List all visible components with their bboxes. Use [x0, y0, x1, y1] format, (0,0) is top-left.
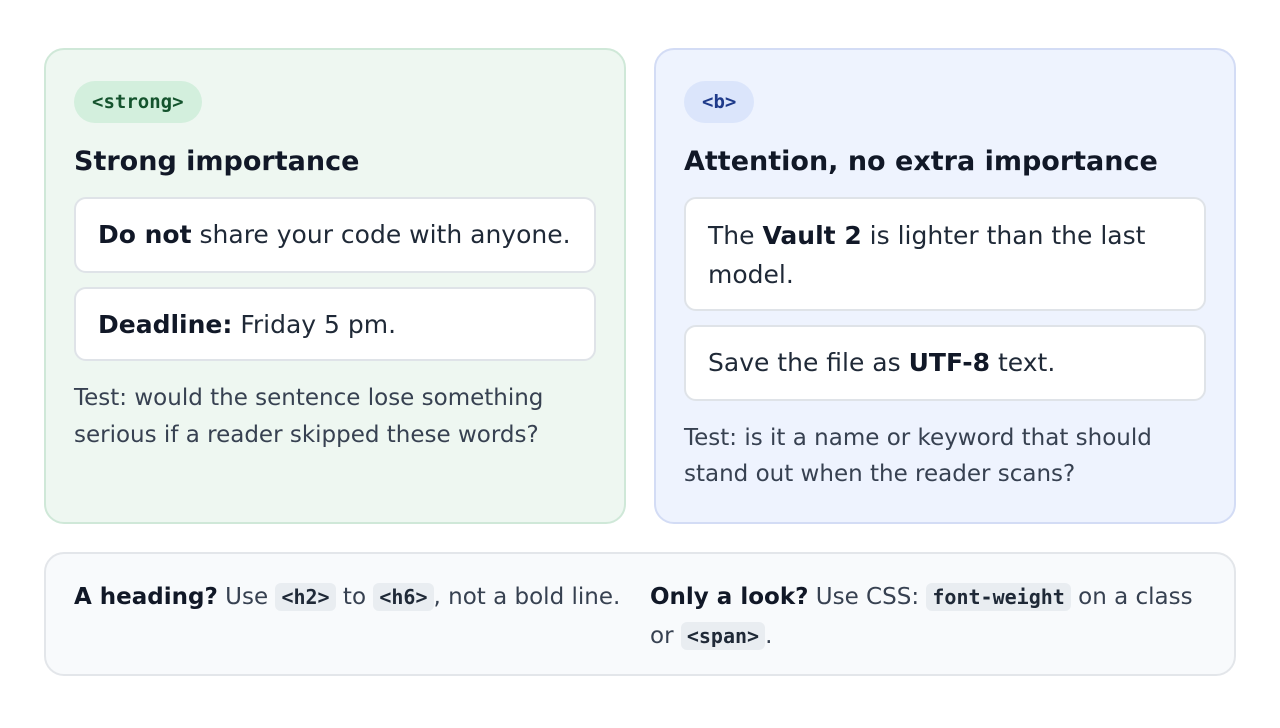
b-example-2-after: text.: [990, 348, 1056, 377]
b-card: <b> Attention, no extra importance The V…: [654, 48, 1236, 524]
style-tip: Only a look? Use CSS: font-weight on a c…: [650, 578, 1220, 656]
strong-card-title: Strong importance: [74, 146, 360, 177]
strong-card: <strong> Strong importance Do not share …: [44, 48, 626, 524]
heading-tip-text-3: , not a bold line.: [433, 584, 621, 610]
strong-example-2-bold: Deadline:: [98, 310, 233, 339]
strong-tag-pill: <strong>: [74, 81, 202, 123]
style-tip-lead: Only a look?: [650, 584, 809, 610]
strong-example-2-text: Friday 5 pm.: [232, 310, 397, 339]
b-example-1: The Vault 2 is lighter than the last mod…: [684, 197, 1206, 311]
strong-example-1-bold: Do not: [98, 220, 192, 249]
b-example-1-bold: Vault 2: [762, 221, 862, 250]
strong-example-1-text: share your code with anyone.: [191, 220, 571, 249]
b-card-title: Attention, no extra importance: [684, 146, 1158, 177]
heading-tip-text-1: Use: [217, 584, 276, 610]
b-example-2-before: Save the file as: [708, 348, 909, 377]
h2-code: <h2>: [275, 583, 336, 611]
h6-code: <h6>: [373, 583, 434, 611]
font-weight-code: font-weight: [926, 583, 1071, 611]
strong-example-1: Do not share your code with anyone.: [74, 197, 596, 273]
b-tag-pill: <b>: [684, 81, 755, 123]
b-example-2-bold: UTF-8: [908, 348, 991, 377]
b-test-text: Test: is it a name or keyword that shoul…: [684, 425, 1152, 487]
b-example-2: Save the file as UTF-8 text.: [684, 325, 1206, 401]
strong-test-text: Test: would the sentence lose something …: [74, 385, 544, 448]
style-tip-text-3: .: [765, 623, 773, 649]
heading-tip-text-2: to: [335, 584, 374, 610]
heading-tip: A heading? Use <h2> to <h6>, not a bold …: [74, 578, 634, 617]
span-code: <span>: [680, 622, 766, 650]
strong-example-2: Deadline: Friday 5 pm.: [74, 287, 596, 361]
tips-panel: A heading? Use <h2> to <h6>, not a bold …: [44, 552, 1236, 676]
style-tip-text-1: Use CSS:: [808, 584, 927, 610]
heading-tip-lead: A heading?: [74, 584, 218, 610]
b-example-1-before: The: [708, 221, 763, 250]
